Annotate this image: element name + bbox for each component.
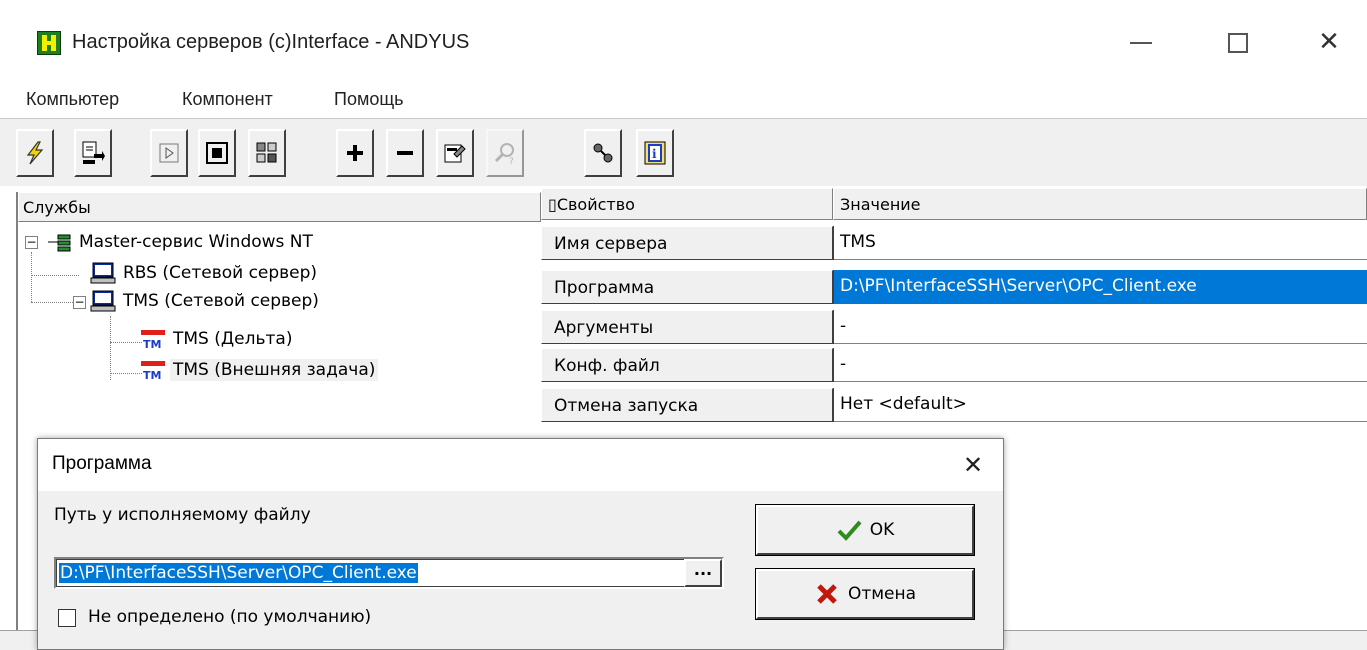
default-checkbox-label[interactable]: Не определено (по умолчанию) — [88, 607, 371, 627]
tree-node-tms[interactable]: TMS (Сетевой сервер) — [90, 290, 322, 312]
lightning-button[interactable] — [16, 129, 54, 177]
column-header-value[interactable]: Значение — [833, 188, 1367, 220]
browse-button[interactable]: ... — [684, 559, 722, 587]
maximize-button[interactable] — [1215, 22, 1261, 62]
tree-node-label: TMS (Внешняя задача) — [170, 359, 379, 381]
tree-node-label: Master-сервис Windows NT — [79, 232, 313, 252]
path-label: Путь у исполняемому файлу — [54, 505, 311, 525]
dialog-title: Программа — [52, 453, 152, 474]
checkmark-icon — [837, 520, 862, 541]
close-icon: ✕ — [962, 451, 984, 479]
menu-computer[interactable]: Компьютер — [22, 87, 123, 112]
window-title: Настройка серверов (c)Interface - ANDYUS — [72, 31, 470, 53]
grid-row[interactable]: Аргументы - — [541, 310, 1367, 344]
lightning-icon — [26, 141, 44, 165]
cancel-label: Отмена — [847, 584, 917, 604]
search-icon: ? — [494, 143, 514, 166]
cancel-button[interactable]: Отмена — [755, 568, 975, 620]
menu-bar: Компьютер Компонент Помощь — [0, 84, 1367, 118]
grid-row[interactable]: Имя сервера TMS — [541, 226, 1367, 260]
cross-icon — [817, 584, 837, 604]
tree-node-tms-external[interactable]: TM TMS (Внешняя задача) — [140, 359, 379, 381]
connect-button[interactable] — [584, 129, 622, 177]
stop-button[interactable] — [198, 129, 236, 177]
computer-icon — [90, 290, 116, 312]
property-value[interactable]: - — [833, 348, 1367, 382]
close-icon: ✕ — [1318, 27, 1340, 57]
maximize-icon — [1228, 32, 1248, 53]
info-button[interactable]: i — [636, 129, 674, 177]
tree-node-label: TMS (Сетевой сервер) — [123, 291, 319, 311]
remove-icon — [397, 151, 413, 155]
program-dialog: Программа ✕ Путь у исполняемому файлу D:… — [37, 438, 1004, 650]
svg-text:?: ? — [509, 157, 514, 166]
properties-icon — [444, 144, 466, 163]
play-button[interactable] — [150, 129, 188, 177]
tree-node-tms-delta[interactable]: TM TMS (Дельта) — [140, 328, 295, 350]
title-bar: Настройка серверов (c)Interface - ANDYUS… — [0, 0, 1367, 84]
import-button[interactable] — [74, 129, 112, 177]
menu-help[interactable]: Помощь — [330, 87, 408, 112]
expander-tms[interactable]: − — [73, 296, 86, 309]
app-icon — [37, 31, 61, 55]
property-value[interactable]: TMS — [833, 226, 1367, 260]
property-grid: ▯Свойство Значение Имя сервера TMS Прогр… — [541, 188, 1367, 432]
add-button[interactable] — [336, 129, 374, 177]
column-header-property[interactable]: ▯Свойство — [541, 188, 833, 220]
tree-node-label: TMS (Дельта) — [173, 329, 293, 349]
property-value[interactable]: Нет <default> — [833, 388, 1367, 422]
import-icon — [82, 141, 105, 164]
svg-text:TM: TM — [143, 338, 161, 350]
search-button[interactable]: ? — [486, 129, 524, 177]
property-value[interactable]: D:\PF\InterfaceSSH\Server\OPC_Client.exe — [833, 270, 1367, 304]
property-key: Конф. файл — [541, 348, 833, 382]
computer-icon — [90, 262, 116, 284]
service-icon — [256, 142, 277, 163]
property-key: Аргументы — [541, 310, 833, 344]
remove-button[interactable] — [386, 129, 424, 177]
service-button[interactable] — [248, 129, 286, 177]
grid-row[interactable]: Отмена запуска Нет <default> — [541, 388, 1367, 422]
minimize-icon — [1130, 41, 1152, 44]
network-icon — [46, 231, 72, 253]
dialog-close-button[interactable]: ✕ — [955, 449, 991, 481]
dialog-title-bar: Программа ✕ — [38, 439, 1003, 491]
grid-row[interactable]: Программа D:\PF\InterfaceSSH\Server\OPC_… — [541, 270, 1367, 304]
property-key: Программа — [541, 270, 833, 304]
add-icon — [347, 145, 363, 161]
tree-node-master[interactable]: Master-сервис Windows NT — [46, 231, 316, 253]
expander-master[interactable]: − — [25, 236, 38, 249]
default-checkbox[interactable] — [58, 609, 76, 627]
ok-button[interactable]: OK — [755, 504, 975, 556]
connect-icon — [593, 143, 613, 163]
grid-row[interactable]: Конф. файл - — [541, 348, 1367, 382]
menu-component[interactable]: Компонент — [178, 87, 277, 112]
path-input-text: D:\PF\InterfaceSSH\Server\OPC_Client.exe — [59, 563, 418, 583]
stop-icon — [206, 142, 228, 164]
tm-icon: TM — [140, 359, 166, 381]
tree-node-label: RBS (Сетевой сервер) — [123, 263, 318, 283]
close-button[interactable]: ✕ — [1306, 22, 1352, 62]
path-input[interactable]: D:\PF\InterfaceSSH\Server\OPC_Client.exe — [54, 557, 724, 589]
tm-icon: TM — [140, 328, 166, 350]
play-icon — [159, 143, 179, 163]
info-icon: i — [644, 141, 666, 165]
tree-node-rbs[interactable]: RBS (Сетевой сервер) — [90, 262, 320, 284]
property-value[interactable]: - — [833, 310, 1367, 344]
properties-button[interactable] — [436, 129, 474, 177]
svg-text:TM: TM — [143, 369, 161, 381]
minimize-button[interactable] — [1118, 22, 1164, 62]
ok-label: OK — [869, 520, 895, 540]
svg-text:i: i — [652, 147, 657, 161]
property-key: Имя сервера — [541, 226, 833, 260]
property-key: Отмена запуска — [541, 388, 833, 422]
tree-header[interactable]: Службы — [18, 192, 541, 222]
toolbar: ? i — [0, 118, 1367, 186]
